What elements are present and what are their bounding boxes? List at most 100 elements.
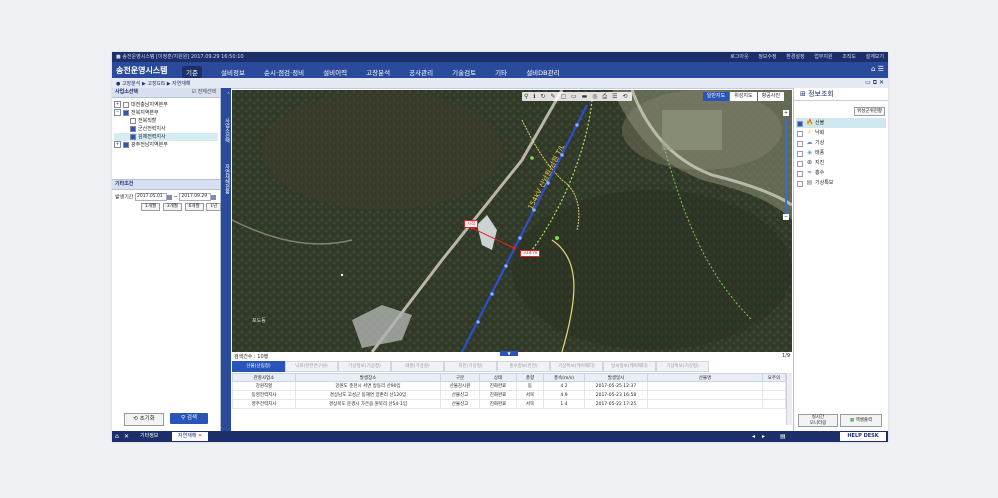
refresh-icon[interactable]: ↻ <box>541 93 546 100</box>
minimize-icon[interactable]: ▭ <box>865 79 871 86</box>
map-type-aerial[interactable]: 항공사진 <box>757 92 784 101</box>
excel-export-button[interactable]: ▦ 엑셀출력 <box>840 414 882 427</box>
col-wind-speed[interactable]: 풍속(m/s) <box>543 373 585 382</box>
search-button[interactable]: ⚲ 검색 <box>170 413 208 424</box>
col-fire-name[interactable]: 산불명 <box>647 373 763 382</box>
menu-inspection[interactable]: 순시·점검·정비 <box>264 67 304 77</box>
target-icon[interactable]: ◎ <box>592 93 597 100</box>
expand-icon[interactable]: + <box>114 141 121 148</box>
menu-fault-analysis[interactable]: 고장분석 <box>366 67 390 77</box>
print-icon[interactable]: ⎙ <box>602 93 607 100</box>
tree-checkbox[interactable] <box>123 109 129 116</box>
settings-link[interactable]: 환경설정 <box>786 54 804 60</box>
tab-typhoon[interactable]: 태풍(기상청) <box>391 361 444 372</box>
realtime-monitor-button[interactable]: 실시간 모니터링 <box>798 414 838 427</box>
calendar-icon[interactable] <box>167 194 172 200</box>
tab-lightning[interactable]: 낙뢰(한전연구원) <box>285 361 338 372</box>
layer-item-lightning[interactable]: ⚡ 낙뢰 <box>796 128 886 138</box>
satellite-map[interactable]: 154kV 신남원-남원 T/L 포도동 <box>232 90 792 352</box>
layer-checkbox[interactable] <box>797 131 803 137</box>
table-row[interactable]: 동영전력지사 경상남도 고성군 동해면 양촌리 산120임 산불신고 진화완료 … <box>232 390 786 400</box>
scroll-left-icon[interactable]: ◂ <box>752 433 755 440</box>
layer-item-flood[interactable]: ≈ 홍수 <box>796 168 886 178</box>
tab-weather-info-kw[interactable]: 날씨정보(케이웨더) <box>603 361 656 372</box>
expand-icon[interactable]: + <box>114 101 121 108</box>
menu-tech-review[interactable]: 기술검토 <box>452 67 476 77</box>
rect-icon[interactable]: ▢ <box>560 93 566 100</box>
tree-node[interactable]: 김제전력지사 <box>114 133 218 141</box>
support-link[interactable]: 업무지원 <box>814 54 832 60</box>
select-all-checkbox[interactable]: ☑ 전체선택 <box>192 88 216 97</box>
layer-item-weather[interactable]: ☁ 기상 <box>796 138 886 148</box>
tab-flood[interactable]: 홍수정보(한전) <box>497 361 550 372</box>
layer-checkbox[interactable] <box>797 151 803 157</box>
map-type-normal[interactable]: 일반지도 <box>702 92 730 101</box>
tree-checkbox[interactable] <box>123 141 129 148</box>
menu-db[interactable]: 설비DB관리 <box>526 67 559 77</box>
list-tabs-icon[interactable]: ▤ <box>780 433 786 440</box>
design-view-link[interactable]: 설계보기 <box>866 54 884 60</box>
reset-view-icon[interactable]: ⟲ <box>622 93 627 100</box>
home-icon[interactable]: ⌂ <box>871 65 875 73</box>
org-chart-link[interactable]: 조직도 <box>842 54 856 60</box>
pan-icon[interactable]: ⚲ <box>524 93 528 100</box>
tab-forest-fire[interactable]: 산불(산림청) <box>232 361 285 372</box>
reset-button[interactable]: ⟲ 초기화 <box>124 413 164 426</box>
layer-checkbox[interactable] <box>797 161 803 167</box>
period-1m-button[interactable]: 1개월 <box>141 203 161 211</box>
menu-standard[interactable]: 기준 <box>182 66 202 78</box>
tab-weather[interactable]: 기상정보(기상청) <box>338 361 391 372</box>
layer-item-earthquake[interactable]: ⊛ 지진 <box>796 158 886 168</box>
map-type-satellite[interactable]: 위성지도 <box>730 92 757 101</box>
app-brand[interactable]: 송전운영시스템 <box>116 65 168 76</box>
layer-checkbox[interactable] <box>797 171 803 177</box>
chevron-left-icon[interactable]: ‹ <box>221 92 231 94</box>
home-icon[interactable]: ⌂ <box>115 433 119 440</box>
list-icon[interactable]: ☰ <box>612 93 617 100</box>
tree-node[interactable]: 군산전력지사 <box>114 125 218 133</box>
measure-icon[interactable]: ▬ <box>582 93 588 100</box>
tab-earthquake[interactable]: 지진(기상청) <box>444 361 497 372</box>
table-row[interactable]: 강원직할 강원도 춘천시 서면 방동리 산90임 산불감시원 진화완료 동 4.… <box>232 381 786 391</box>
tree-node[interactable]: − 전북지역본부 <box>114 109 218 117</box>
date-from-input[interactable]: 2017.05.01 <box>135 193 167 201</box>
scroll-right-icon[interactable]: ▸ <box>762 433 765 440</box>
layer-item-weather-alert[interactable]: ▤ 기상특보 <box>796 178 886 188</box>
draw-icon[interactable]: ✎ <box>550 93 555 100</box>
tree-checkbox[interactable] <box>130 117 136 124</box>
grid-scrollbar[interactable] <box>786 373 792 425</box>
zoom-in-icon[interactable]: + <box>783 110 789 116</box>
period-1y-button[interactable]: 1년 <box>206 203 222 211</box>
col-wind-dir[interactable]: 풍향 <box>516 373 544 382</box>
table-row[interactable]: 영주전력지사 경상북도 문경시 가은읍 원북리 산54-1임 산불신고 진화완료… <box>232 399 786 409</box>
tree-node[interactable]: + 대전충남지역본부 <box>114 101 218 109</box>
col-office[interactable]: 관할사업소 <box>232 373 296 382</box>
restore-icon[interactable]: ⧉ <box>873 79 877 86</box>
menu-history[interactable]: 설비이력 <box>323 67 347 77</box>
layer-checkbox[interactable] <box>797 121 803 127</box>
tab-disaster-status[interactable]: 자연재해현황 <box>221 164 231 194</box>
tree-node[interactable]: + 광주전남지역본부 <box>114 141 218 149</box>
close-all-icon[interactable]: ✕ <box>124 433 129 440</box>
col-type[interactable]: 구분 <box>440 373 480 382</box>
close-tab-icon[interactable]: ✕ <box>198 433 202 439</box>
layer-item-fire[interactable]: 🔥 산불 <box>796 118 886 128</box>
menu-etc[interactable]: 기타 <box>495 67 507 77</box>
tab-weather-alert-kma[interactable]: 기상특보(기상청) <box>656 361 709 372</box>
info-icon[interactable]: ℹ <box>533 93 535 100</box>
layer-checkbox[interactable] <box>797 141 803 147</box>
zoom-slider[interactable] <box>785 118 787 214</box>
col-status[interactable]: 상태 <box>479 373 517 382</box>
tab-weather-alert-kw[interactable]: 기상특보(케이웨더) <box>550 361 603 372</box>
date-to-input[interactable]: 2017.09.29 <box>179 193 212 201</box>
layer-checkbox[interactable] <box>797 181 803 187</box>
calendar-icon[interactable] <box>211 194 217 200</box>
legend-button[interactable]: 위성군위현황 <box>854 107 885 116</box>
zoom-out-icon[interactable]: − <box>783 214 789 220</box>
layer-item-typhoon[interactable]: ◈ 태풍 <box>796 148 886 158</box>
col-caution[interactable]: 요주의 <box>762 373 786 382</box>
logout-link[interactable]: 로그아웃 <box>730 54 748 60</box>
help-desk-button[interactable]: HELP DESK <box>840 432 886 441</box>
menu-icon[interactable]: ☰ <box>878 65 884 73</box>
col-location[interactable]: 발생장소 <box>295 373 441 382</box>
